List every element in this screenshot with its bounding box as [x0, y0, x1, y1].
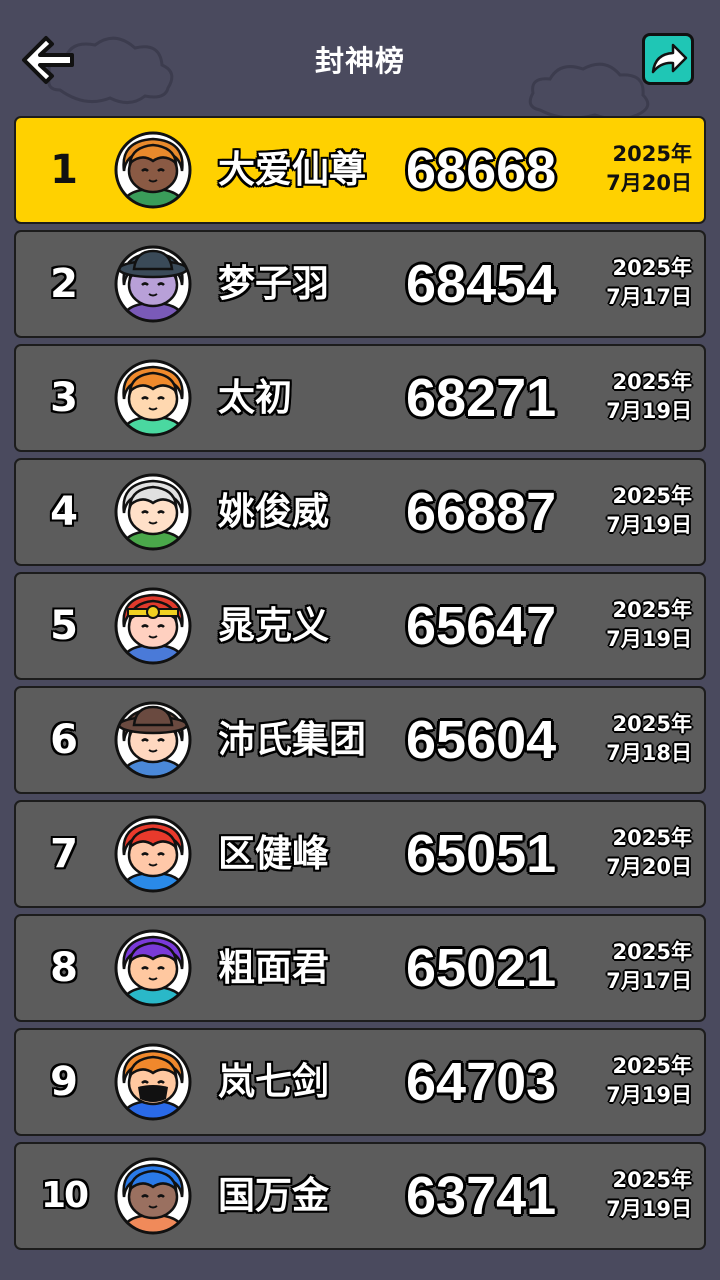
- record-date: 2025年 7月19日: [606, 1166, 692, 1224]
- rank-number: 1: [50, 147, 78, 193]
- record-date-year: 2025年: [612, 712, 692, 736]
- record-date-day: 7月19日: [606, 627, 692, 651]
- record-date: 2025年 7月19日: [606, 482, 692, 540]
- player-avatar: [114, 245, 192, 323]
- player-name: 沛氏集团: [218, 718, 366, 761]
- leaderboard-row[interactable]: 1 大爱仙尊 68668 2025年 7月20日: [14, 116, 706, 224]
- record-date-year: 2025年: [612, 370, 692, 394]
- rank-number: 5: [50, 603, 78, 649]
- player-name: 粗面君: [218, 946, 329, 989]
- rank-number: 7: [50, 831, 78, 877]
- record-date-day: 7月17日: [606, 285, 692, 309]
- record-date: 2025年 7月20日: [606, 140, 692, 198]
- record-date-day: 7月19日: [606, 1083, 692, 1107]
- player-score: 65051: [406, 824, 557, 884]
- record-date-day: 7月18日: [606, 741, 692, 765]
- player-avatar: [114, 359, 192, 437]
- player-avatar: [114, 1043, 192, 1121]
- player-score: 65021: [406, 938, 557, 998]
- player-name: 国万金: [218, 1174, 329, 1217]
- record-date-year: 2025年: [612, 598, 692, 622]
- player-score: 68454: [406, 254, 557, 314]
- rank-number: 8: [50, 945, 78, 991]
- player-avatar: [114, 131, 192, 209]
- leaderboard-row[interactable]: 8 粗面君 65021 2025年 7月17日: [14, 914, 706, 1022]
- record-date-year: 2025年: [612, 256, 692, 280]
- player-score: 68271: [406, 368, 557, 428]
- share-arrow-icon: [651, 43, 688, 74]
- player-name: 晁克义: [218, 604, 329, 647]
- record-date: 2025年 7月19日: [606, 1052, 692, 1110]
- record-date-year: 2025年: [612, 484, 692, 508]
- player-name: 区健峰: [218, 832, 329, 875]
- player-name: 姚俊威: [218, 490, 329, 533]
- player-name: 大爱仙尊: [218, 148, 366, 191]
- player-name: 岚七剑: [218, 1060, 329, 1103]
- record-date: 2025年 7月20日: [606, 824, 692, 882]
- leaderboard-row[interactable]: 5 晁克义 65647 2025年 7月19日: [14, 572, 706, 680]
- record-date-day: 7月17日: [606, 969, 692, 993]
- rank-number: 3: [50, 375, 78, 421]
- header-bar: 封神榜: [0, 0, 720, 115]
- player-avatar: [114, 1157, 192, 1235]
- leaderboard-row[interactable]: 3 太初 68271 2025年 7月19日: [14, 344, 706, 452]
- record-date-day: 7月19日: [606, 513, 692, 537]
- record-date-day: 7月19日: [606, 1197, 692, 1221]
- record-date-day: 7月20日: [606, 171, 692, 195]
- share-button[interactable]: [642, 33, 694, 85]
- leaderboard-row[interactable]: 7 区健峰 65051 2025年 7月20日: [14, 800, 706, 908]
- record-date-year: 2025年: [612, 940, 692, 964]
- player-score: 65604: [406, 710, 557, 770]
- leaderboard-row[interactable]: 9 岚七剑 64703 2025年 7月19日: [14, 1028, 706, 1136]
- record-date: 2025年 7月17日: [606, 254, 692, 312]
- record-date: 2025年 7月17日: [606, 938, 692, 996]
- leaderboard-list: 1 大爱仙尊 68668 2025年 7月20日 2 梦子羽 68454 2025年 7月17日 3…: [14, 116, 706, 1256]
- player-avatar: [114, 929, 192, 1007]
- record-date: 2025年 7月19日: [606, 596, 692, 654]
- leaderboard-row[interactable]: 4 姚俊威 66887 2025年 7月19日: [14, 458, 706, 566]
- leaderboard-row[interactable]: 6 沛氏集团 65604 2025年 7月18日: [14, 686, 706, 794]
- rank-number: 2: [50, 261, 78, 307]
- player-avatar: [114, 587, 192, 665]
- leaderboard-row[interactable]: 10 国万金 63741 2025年 7月19日: [14, 1142, 706, 1250]
- record-date-year: 2025年: [612, 142, 692, 166]
- player-score: 63741: [406, 1166, 557, 1226]
- record-date-year: 2025年: [612, 1168, 692, 1192]
- rank-number: 6: [50, 717, 78, 763]
- player-avatar: [114, 473, 192, 551]
- record-date-day: 7月20日: [606, 855, 692, 879]
- record-date-year: 2025年: [612, 826, 692, 850]
- rank-number: 9: [50, 1059, 78, 1105]
- record-date-day: 7月19日: [606, 399, 692, 423]
- player-score: 66887: [406, 482, 557, 542]
- player-name: 梦子羽: [218, 262, 329, 305]
- player-score: 64703: [406, 1052, 557, 1112]
- player-score: 68668: [406, 140, 557, 200]
- player-avatar: [114, 701, 192, 779]
- rank-number: 4: [50, 489, 78, 535]
- leaderboard-row[interactable]: 2 梦子羽 68454 2025年 7月17日: [14, 230, 706, 338]
- record-date: 2025年 7月19日: [606, 368, 692, 426]
- record-date: 2025年 7月18日: [606, 710, 692, 768]
- player-name: 太初: [218, 376, 292, 419]
- player-score: 65647: [406, 596, 557, 656]
- player-avatar: [114, 815, 192, 893]
- record-date-year: 2025年: [612, 1054, 692, 1078]
- page-title: 封神榜: [314, 44, 405, 78]
- rank-number: 10: [40, 1175, 89, 1216]
